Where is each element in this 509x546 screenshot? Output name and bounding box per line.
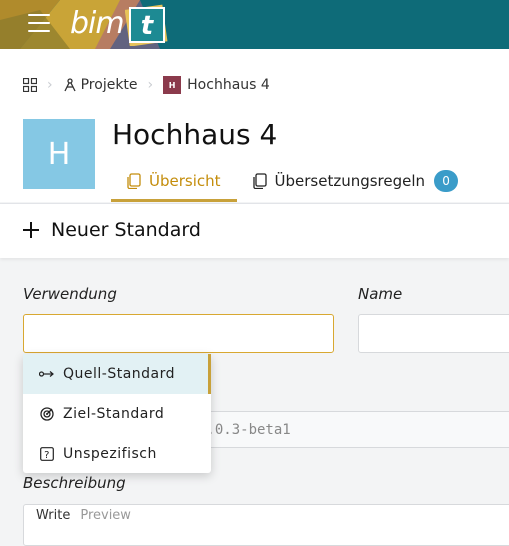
option-source-standard-label: Quell-Standard — [63, 366, 176, 382]
breadcrumb-project[interactable]: H Hochhaus 4 — [163, 76, 270, 94]
question-icon: ? — [39, 446, 55, 462]
editor-tabs: Write Preview — [36, 508, 141, 523]
new-standard-label: Neuer Standard — [51, 219, 201, 241]
logo-text: bim — [70, 6, 125, 41]
version-field[interactable]: 0.0.3-beta1 — [183, 411, 509, 448]
tab-overview[interactable]: Übersicht — [111, 163, 237, 202]
usage-label: Verwendung — [23, 285, 117, 303]
option-target-standard[interactable]: Ziel-Standard — [23, 394, 211, 434]
breadcrumb-projects-label: Projekte — [80, 77, 138, 93]
new-standard-title: Neuer Standard — [23, 219, 201, 241]
copy-icon — [252, 173, 267, 189]
editor-tab-write[interactable]: Write — [36, 508, 70, 523]
option-target-standard-label: Ziel-Standard — [63, 406, 165, 422]
breadcrumb-projects[interactable]: Projekte — [63, 77, 138, 93]
tab-translation-rules-label: Übersetzungsregeln — [274, 172, 426, 190]
logo-badge-letter: t — [141, 11, 155, 41]
option-unspecific-label: Unspezifisch — [63, 446, 157, 462]
option-source-standard[interactable]: Quell-Standard — [23, 354, 211, 394]
top-bar: bim t — [0, 0, 509, 49]
editor-tab-preview[interactable]: Preview — [80, 508, 131, 523]
target-icon — [39, 406, 55, 422]
description-label: Beschreibung — [23, 474, 126, 492]
menu-icon[interactable] — [28, 14, 50, 34]
project-avatar: H — [23, 119, 95, 189]
chevron-right-icon: › — [147, 77, 154, 93]
logo-badge: t — [125, 4, 168, 46]
page-title: Hochhaus 4 — [112, 118, 278, 151]
svg-text:?: ? — [44, 450, 50, 461]
tab-bar: Übersicht Übersetzungsregeln 0 — [111, 163, 474, 203]
chevron-right-icon: › — [47, 77, 53, 93]
project-badge: H — [163, 76, 182, 94]
breadcrumb-project-label: Hochhaus 4 — [187, 77, 270, 93]
plus-icon — [23, 222, 39, 238]
name-field[interactable] — [358, 314, 509, 353]
projects-icon — [64, 78, 76, 92]
copy-icon — [127, 173, 141, 189]
tab-translation-rules[interactable]: Übersetzungsregeln 0 — [237, 163, 475, 199]
tab-overview-label: Übersicht — [149, 172, 221, 190]
option-unspecific[interactable]: ? Unspezifisch — [23, 434, 211, 474]
usage-dropdown: Quell-Standard Ziel-Standard ? Unspezifi… — [23, 354, 211, 473]
breadcrumb: › Projekte › H Hochhaus 4 — [23, 76, 270, 94]
name-label: Name — [358, 285, 403, 303]
source-arrow-icon — [39, 366, 55, 382]
grid-icon[interactable] — [23, 78, 37, 92]
usage-select[interactable] — [23, 314, 334, 353]
count-badge: 0 — [434, 170, 459, 192]
